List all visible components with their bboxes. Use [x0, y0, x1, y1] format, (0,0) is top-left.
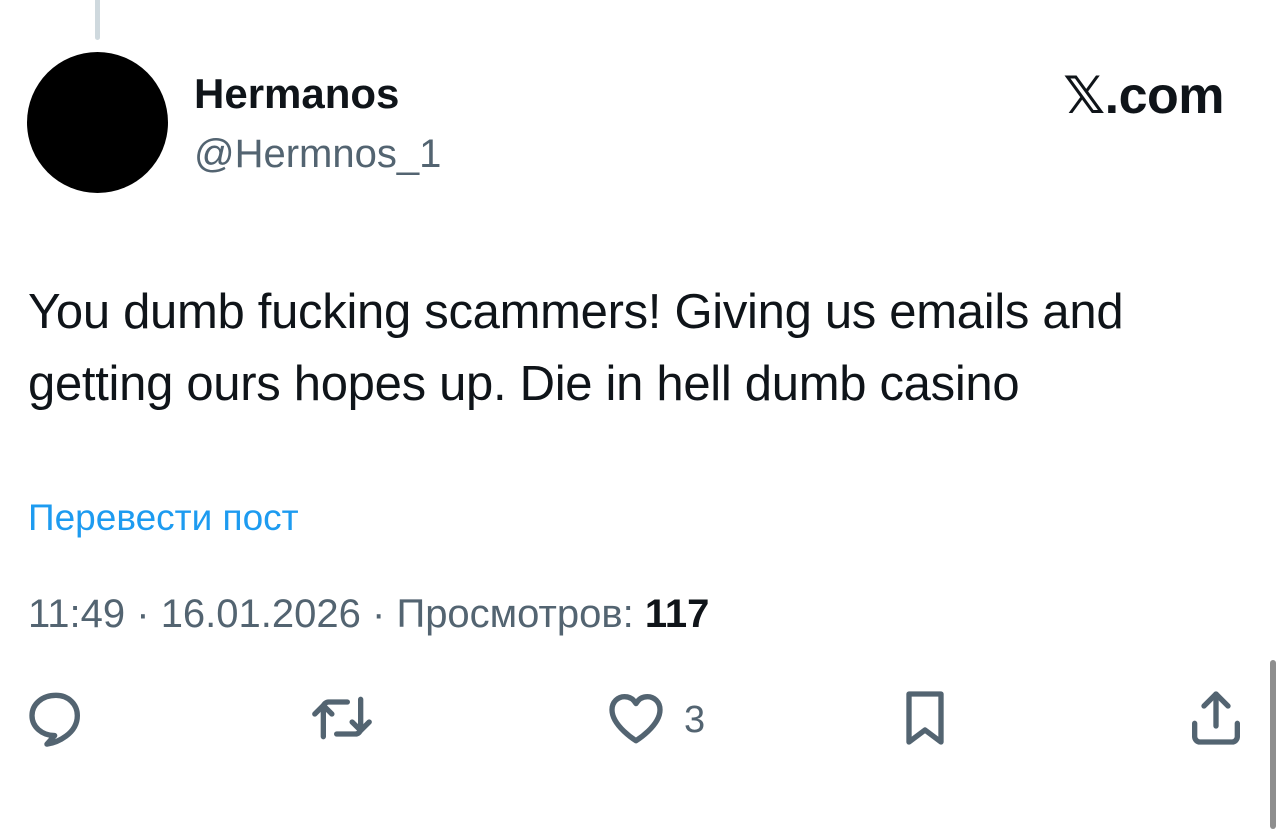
reply-button[interactable]	[24, 680, 88, 760]
like-button[interactable]: 3	[604, 680, 705, 760]
bookmark-button[interactable]	[893, 680, 957, 760]
views-label: Просмотров:	[396, 592, 634, 636]
thread-connector-line	[95, 0, 100, 40]
post-date[interactable]: 16.01.2026	[161, 592, 361, 636]
meta-separator: ·	[360, 592, 397, 636]
heart-icon	[604, 686, 668, 755]
repost-arrows-icon	[310, 686, 374, 755]
x-brand-logo: 𝕏.com	[1063, 67, 1224, 125]
share-upload-icon	[1184, 686, 1248, 755]
repost-button[interactable]	[310, 680, 374, 760]
speech-bubble-icon	[24, 686, 88, 755]
post-time[interactable]: 11:49	[28, 592, 125, 636]
scrollbar[interactable]	[1270, 660, 1276, 829]
author-handle[interactable]: @Hermnos_1	[194, 128, 441, 180]
action-bar: 3	[0, 680, 1280, 760]
avatar[interactable]	[27, 52, 168, 193]
post-meta: 11:49 · 16.01.2026 · Просмотров: 117	[28, 588, 709, 640]
bookmark-icon	[893, 686, 957, 755]
translate-post-link[interactable]: Перевести пост	[28, 494, 299, 542]
share-button[interactable]	[1184, 680, 1248, 760]
author-display-name[interactable]: Hermanos	[194, 68, 399, 120]
like-count: 3	[684, 698, 706, 741]
meta-separator: ·	[125, 592, 161, 636]
views-count: 117	[644, 592, 710, 636]
post-text: You dumb fucking scammers! Giving us ema…	[28, 285, 1124, 411]
